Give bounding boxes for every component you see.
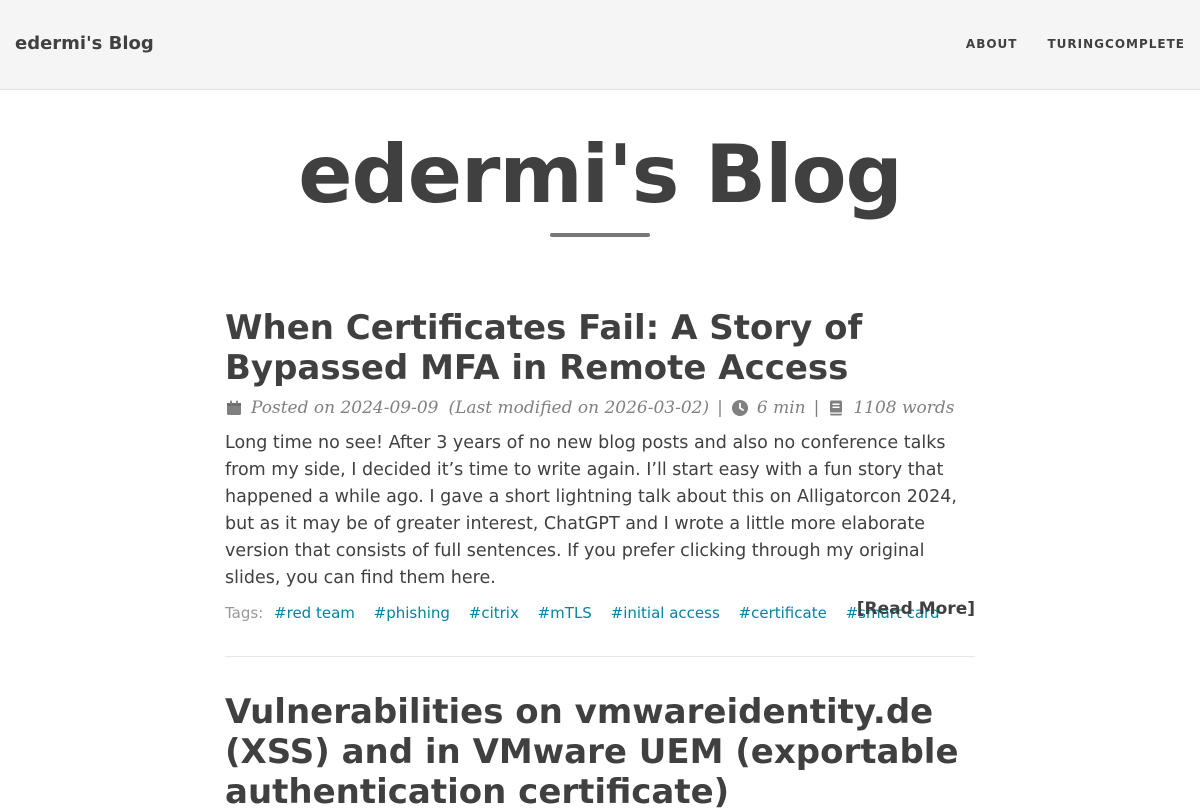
post-date: Posted on 2024-09-09 [251, 398, 439, 418]
clock-icon [731, 399, 749, 417]
post-preview: Vulnerabilities on vmwareidentity.de (XS… [225, 692, 975, 812]
post-excerpt: Long time no see! After 3 years of no ne… [225, 433, 957, 588]
post-modified-date: (Last modified on 2026-03-02) [448, 398, 710, 418]
read-more-link[interactable]: [Read More] [857, 598, 975, 620]
post-divider [225, 656, 975, 657]
meta-separator: | [717, 398, 723, 418]
meta-separator: | [813, 398, 820, 418]
tag-link[interactable]: #phishing [374, 604, 450, 622]
brand-link[interactable]: edermi's Blog [15, 33, 154, 54]
page-title: edermi's Blog [298, 128, 903, 221]
nav-link-turingcomplete[interactable]: TURINGCOMPLETE [1048, 37, 1186, 51]
title-divider [550, 233, 650, 237]
post-title-link[interactable]: Vulnerabilities on vmwareidentity.de (XS… [225, 692, 975, 812]
post-title-link[interactable]: When Certificates Fail: A Story of Bypas… [225, 308, 975, 388]
tag-link[interactable]: #initial access [611, 604, 720, 622]
post-meta: Posted on 2024-09-09 (Last modified on 2… [225, 398, 975, 418]
navbar: edermi's Blog ABOUT TURINGCOMPLETE [0, 0, 1200, 90]
tag-link[interactable]: #red team [274, 604, 355, 622]
post-footer: Tags: #red team #phishing #citrix #mTLS … [225, 599, 975, 624]
calendar-icon [225, 399, 243, 417]
tag-link[interactable]: #mTLS [538, 604, 592, 622]
nav-link-about[interactable]: ABOUT [966, 37, 1018, 51]
post-preview: When Certificates Fail: A Story of Bypas… [225, 308, 975, 624]
nav-links: ABOUT TURINGCOMPLETE [966, 37, 1185, 51]
book-icon [827, 399, 845, 417]
tag-link[interactable]: #certificate [739, 604, 827, 622]
reading-time: 6 min [756, 398, 806, 418]
tags-label: Tags: [225, 604, 264, 622]
tag-link[interactable]: #citrix [469, 604, 519, 622]
word-count: 1108 words [853, 398, 955, 418]
